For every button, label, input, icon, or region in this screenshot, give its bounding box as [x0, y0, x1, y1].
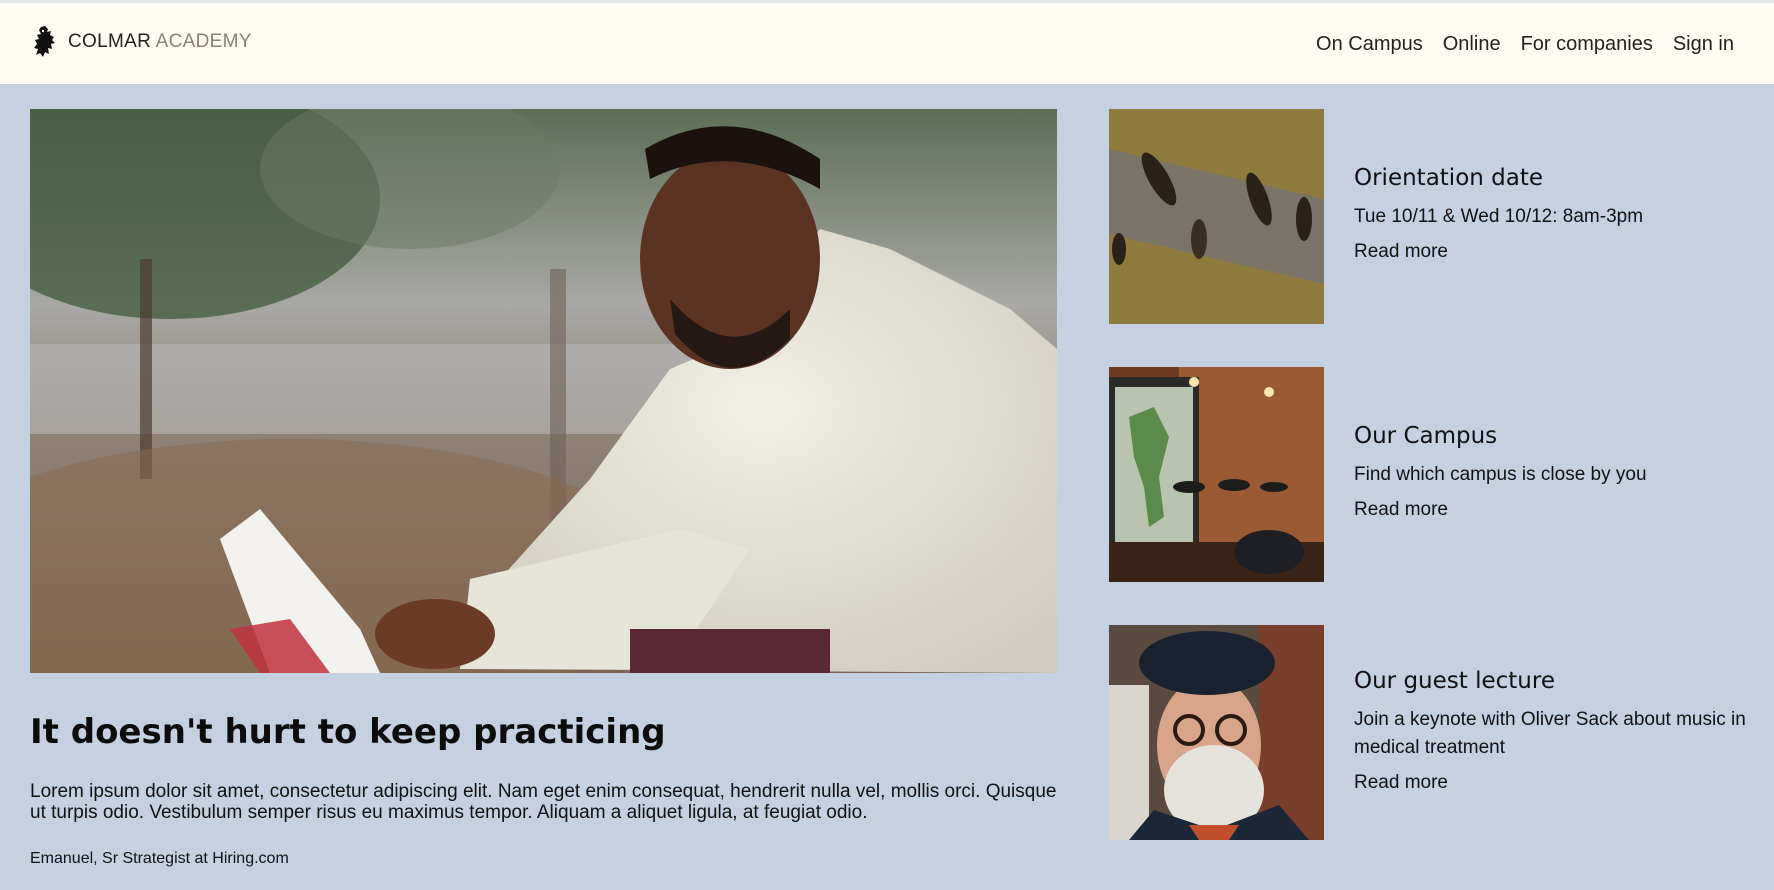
card-campus: Our Campus Find which campus is close by… — [1109, 367, 1774, 582]
page-headline: It doesn't hurt to keep practicing — [30, 712, 666, 752]
orientation-text: Orientation date Tue 10/11 & Wed 10/12: … — [1354, 165, 1764, 263]
card-title: Our Campus — [1354, 423, 1498, 449]
read-more-link[interactable]: Read more — [1354, 772, 1448, 793]
nav-for-companies[interactable]: For companies — [1521, 33, 1653, 56]
orientation-thumbnail — [1109, 109, 1324, 324]
navbar: COLMAR ACADEMY On Campus Online For comp… — [0, 3, 1774, 84]
brand-name: COLMAR ACADEMY — [68, 31, 252, 53]
brand-secondary: ACADEMY — [155, 31, 252, 52]
nav-on-campus[interactable]: On Campus — [1316, 33, 1423, 56]
read-more-link[interactable]: Read more — [1354, 241, 1448, 262]
logo[interactable]: COLMAR ACADEMY — [32, 25, 252, 59]
card-description: Tue 10/11 & Wed 10/12: 8am-3pm — [1354, 206, 1644, 227]
card-description: Find which campus is close by you — [1354, 464, 1647, 485]
guest-lecture-text: Our guest lecture Join a keynote with Ol… — [1354, 668, 1764, 794]
card-title: Our guest lecture — [1354, 668, 1555, 694]
card-title: Orientation date — [1354, 165, 1544, 191]
hero-image — [30, 109, 1057, 673]
read-more-link[interactable]: Read more — [1354, 499, 1448, 520]
brand-primary: COLMAR — [68, 31, 152, 52]
byline: Emanuel, Sr Strategist at Hiring.com — [30, 850, 289, 867]
heraldic-lion-icon — [34, 26, 55, 57]
nav-links: On Campus Online For companies Sign in — [1316, 33, 1734, 56]
card-guest-lecture: Our guest lecture Join a keynote with Ol… — [1109, 625, 1774, 840]
card-description: Join a keynote with Oliver Sack about mu… — [1354, 709, 1746, 758]
card-orientation: Orientation date Tue 10/11 & Wed 10/12: … — [1109, 109, 1774, 324]
body-text: Lorem ipsum dolor sit amet, consectetur … — [30, 781, 1057, 823]
nav-sign-in[interactable]: Sign in — [1673, 33, 1734, 56]
guest-lecture-thumbnail — [1109, 625, 1324, 840]
nav-online[interactable]: Online — [1443, 33, 1501, 56]
campus-thumbnail — [1109, 367, 1324, 582]
campus-text: Our Campus Find which campus is close by… — [1354, 423, 1764, 521]
